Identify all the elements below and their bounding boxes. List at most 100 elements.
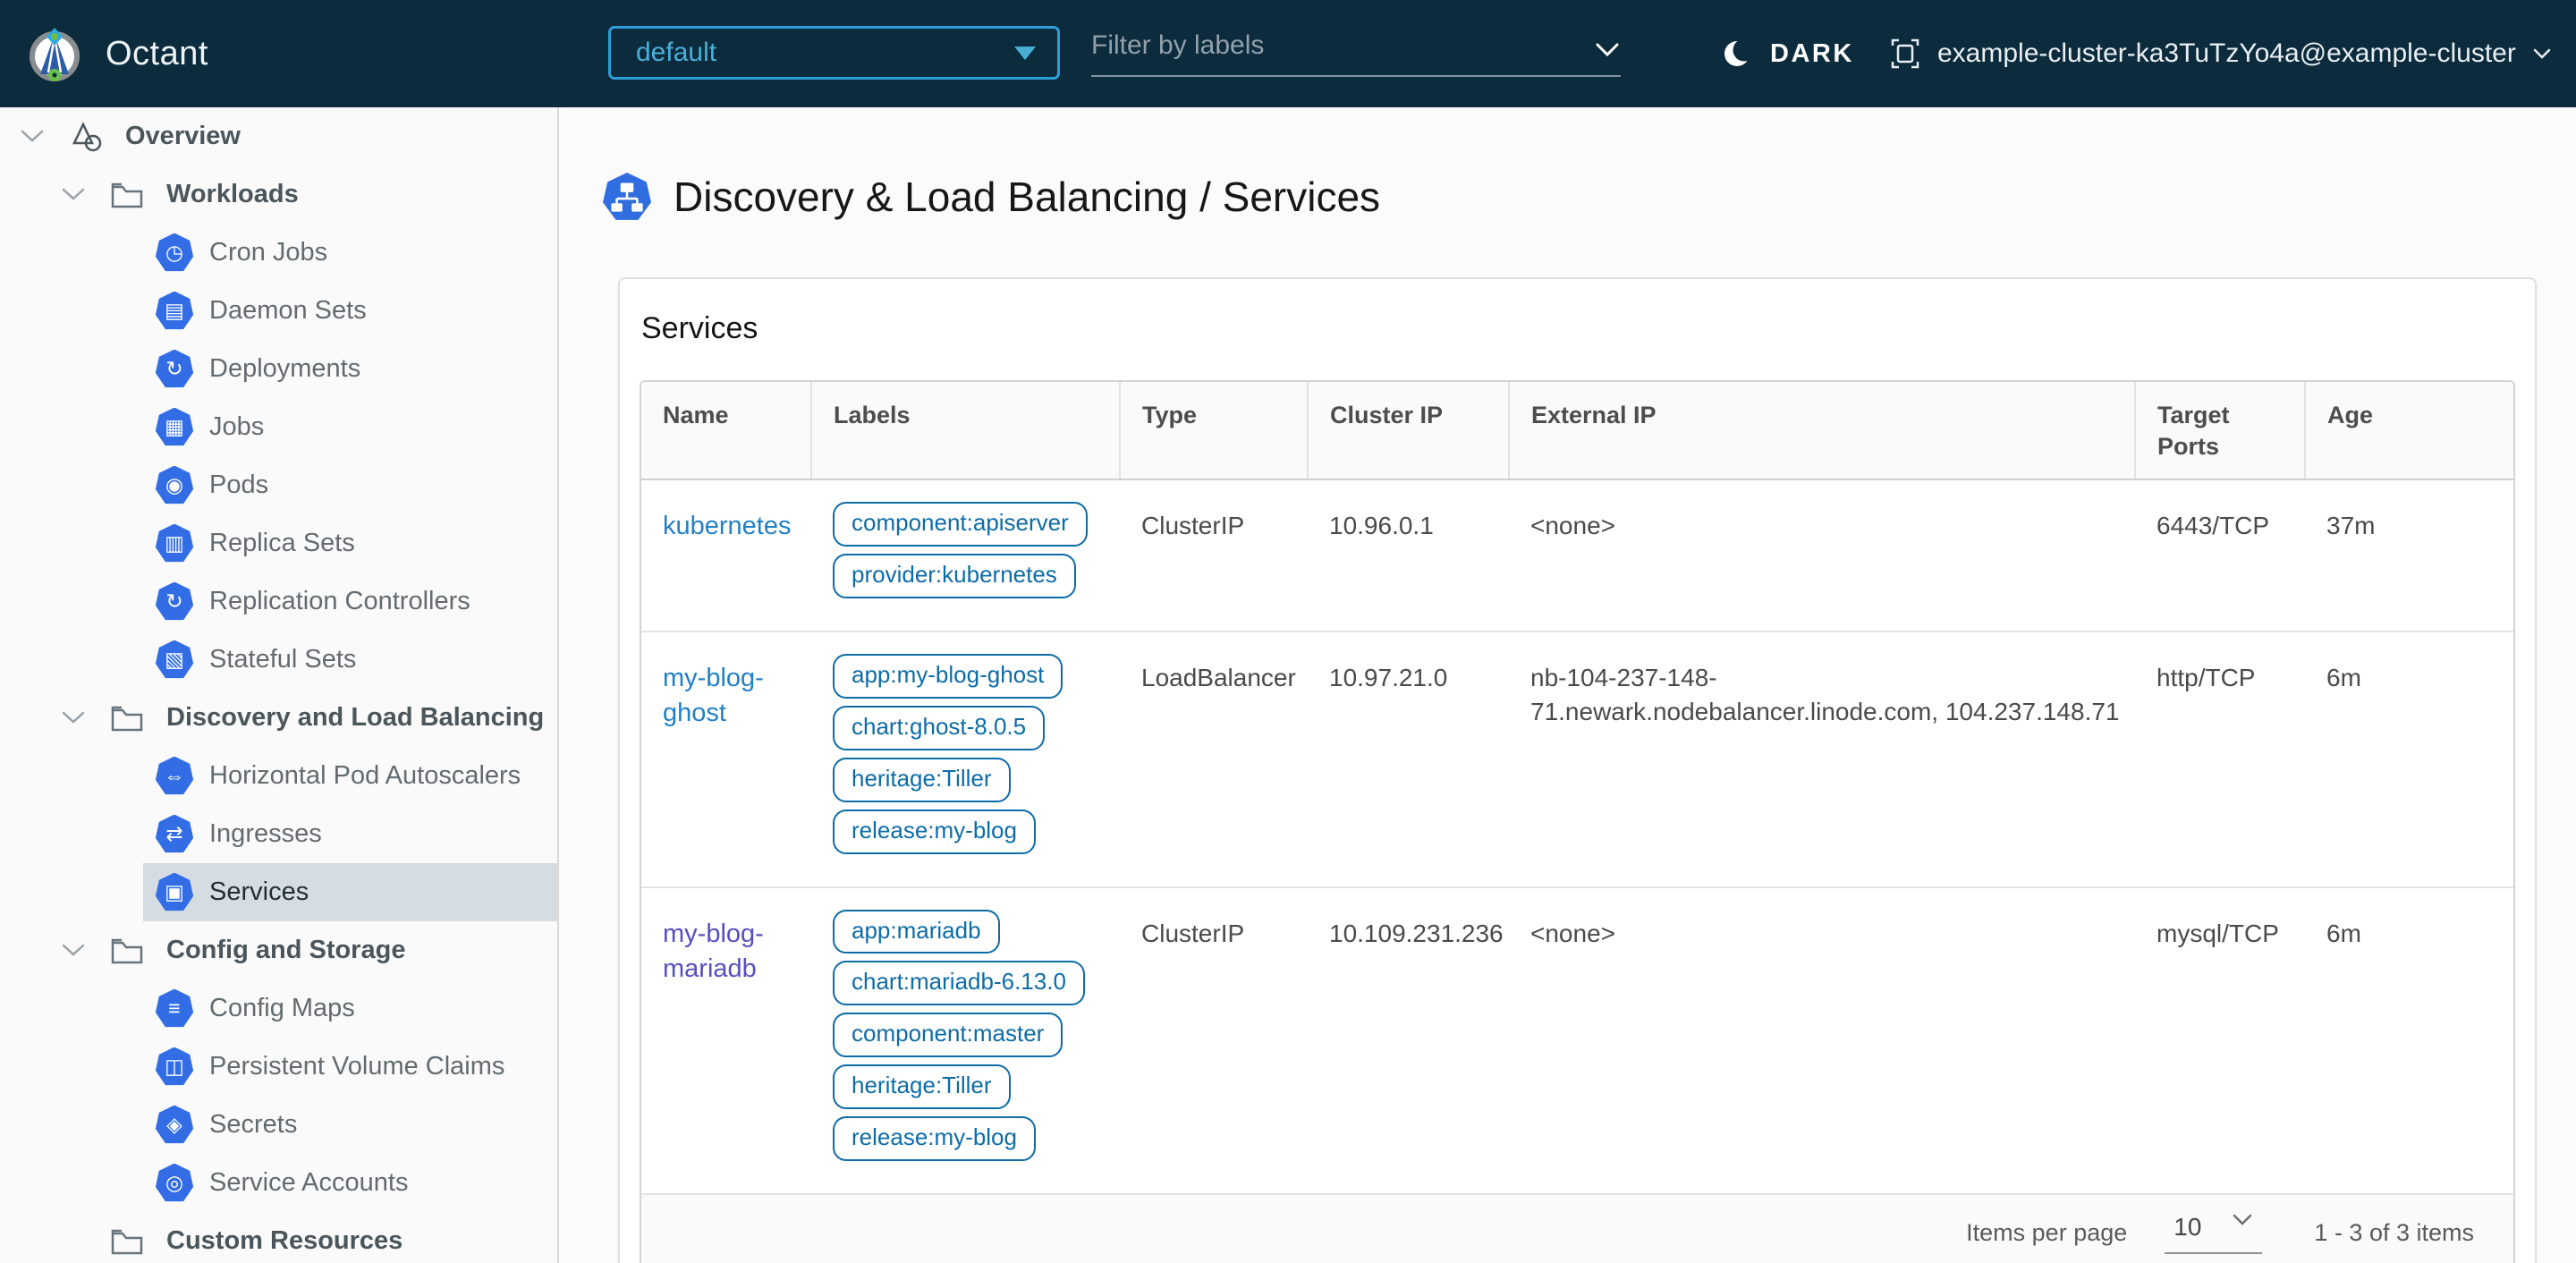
column-header-age: Age (2304, 382, 2513, 481)
sidebar-item-config-and-storage[interactable]: Config and Storage (0, 921, 557, 979)
sidebar: Overview Workloads ◷ Cron Jobs ▤ Daemon … (0, 107, 559, 1263)
labels-cell: app:mariadb chart:mariadb-6.13.0 component… (811, 886, 1120, 1193)
cluster-icon (1889, 37, 1921, 71)
external-ip-cell: <none> (1530, 512, 1615, 540)
services-datagrid: Name Labels Type Cluster IP External IP Targe… (640, 380, 2515, 1263)
target-ports-cell: 6443/TCP (2157, 512, 2270, 540)
sidebar-item-label: Service Accounts (209, 1168, 409, 1197)
services-table: Name Labels Type Cluster IP External IP Targe… (641, 382, 2513, 1193)
chevron-down-icon[interactable] (55, 710, 91, 725)
sidebar-item-services[interactable]: ▣ Services (143, 863, 557, 921)
brand: Octant (25, 0, 208, 107)
service-name-link[interactable]: my-blog-mariadb (663, 920, 764, 983)
table-row: my-blog-mariadb app:mariadb chart:mariadb… (641, 886, 2513, 1193)
target-ports-cell: mysql/TCP (2135, 886, 2305, 1193)
app-name: Octant (106, 34, 208, 72)
label-pill[interactable]: chart:mariadb-6.13.0 (833, 961, 1085, 1006)
sidebar-item-label: Ingresses (209, 819, 322, 848)
theme-toggle-label: DARK (1770, 38, 1854, 68)
label-pill[interactable]: release:my-blog (833, 1116, 1036, 1161)
overview-icon (66, 120, 106, 154)
sidebar-item-daemon-sets[interactable]: ▤ Daemon Sets (143, 282, 557, 340)
sidebar-item-ingresses[interactable]: ⇄ Ingresses (143, 805, 557, 863)
sidebar-item-jobs[interactable]: ▦ Jobs (143, 398, 557, 456)
sidebar-item-horizontal-pod-autoscalers[interactable]: ⇔ Horizontal Pod Autoscalers (143, 747, 557, 805)
label-pill[interactable]: heritage:Tiller (833, 1064, 1011, 1110)
labels-cell: component:apiserver provider:kubernetes (811, 479, 1120, 632)
label-pill[interactable]: release:my-blog (833, 809, 1036, 854)
sidebar-item-label: Config Maps (209, 994, 355, 1022)
card-title: Services (641, 311, 758, 345)
caret-down-icon (1014, 46, 1036, 60)
folder-icon (107, 937, 147, 965)
sidebar-item-cron-jobs[interactable]: ◷ Cron Jobs (143, 224, 557, 282)
column-header-labels: Labels (810, 382, 1120, 481)
sidebar-item-label: Secrets (209, 1110, 298, 1139)
sidebar-item-stateful-sets[interactable]: ▧ Stateful Sets (143, 631, 557, 689)
pagination-footer: Items per page 10 1 - 3 of 3 items (641, 1192, 2513, 1263)
label-pill[interactable]: component:apiserver (833, 502, 1088, 547)
table-row: kubernetes component:apiserver provider:k… (641, 479, 2513, 632)
sidebar-item-service-accounts[interactable]: ◎ Service Accounts (143, 1154, 557, 1212)
sidebar-item-replica-sets[interactable]: ▥ Replica Sets (143, 514, 557, 572)
label-pill[interactable]: chart:ghost-8.0.5 (833, 705, 1046, 750)
sidebar-item-workloads[interactable]: Workloads (0, 165, 557, 224)
items-per-page-select[interactable]: 10 (2165, 1213, 2263, 1254)
theme-toggle-button[interactable]: DARK (1722, 0, 1854, 107)
chevron-down-icon[interactable] (55, 943, 91, 958)
main-content: Discovery & Load Balancing / Services Se… (561, 107, 2576, 1263)
sidebar-item-label: Persistent Volume Claims (209, 1052, 505, 1081)
sidebar-item-label: Discovery and Load Balancing (166, 703, 545, 732)
cluster-selector[interactable]: example-cluster-ka3TuTzYo4a@example-clus… (1889, 0, 2552, 107)
folder-icon (107, 704, 147, 733)
sidebar-item-pods[interactable]: ◉ Pods (143, 456, 557, 514)
label-pill[interactable]: app:mariadb (833, 909, 1000, 954)
top-bar: Octant default DARK example-clust (0, 0, 2576, 107)
service-name-link[interactable]: my-blog-ghost (663, 664, 764, 727)
age-cell: 6m (2305, 630, 2513, 887)
moon-icon (1722, 38, 1754, 70)
chevron-down-icon (2532, 47, 2552, 60)
target-ports-cell: http/TCP (2135, 630, 2305, 887)
sidebar-item-label: Services (209, 877, 309, 906)
daemon-sets-icon: ▤ (154, 291, 195, 332)
sidebar-item-label: Custom Resources (166, 1226, 403, 1255)
sidebar-item-discovery-and-load-balancing[interactable]: Discovery and Load Balancing (0, 689, 557, 747)
namespace-select[interactable]: default (608, 26, 1060, 80)
chevron-down-icon[interactable] (55, 187, 91, 202)
sidebar-item-label: Jobs (209, 412, 265, 441)
label-pill[interactable]: provider:kubernetes (833, 554, 1076, 598)
service-name-link[interactable]: kubernetes (663, 512, 792, 540)
chevron-down-icon[interactable] (14, 129, 50, 144)
config-maps-icon: ≡ (154, 988, 195, 1030)
services-icon: ▣ (154, 872, 195, 913)
sidebar-item-persistent-volume-claims[interactable]: ◫ Persistent Volume Claims (143, 1038, 557, 1096)
chevron-down-icon[interactable] (1594, 30, 1621, 66)
ingresses-icon: ⇄ (154, 814, 195, 855)
chevron-down-icon (2233, 1214, 2252, 1225)
type-cell: LoadBalancer (1120, 630, 1308, 887)
age-cell: 6m (2305, 886, 2513, 1193)
replica-sets-icon: ▥ (154, 523, 195, 564)
sidebar-item-custom-resources[interactable]: Custom Resources (0, 1212, 557, 1263)
sidebar-item-label: Daemon Sets (209, 296, 367, 325)
label-pill[interactable]: heritage:Tiller (833, 757, 1011, 802)
cron-jobs-icon: ◷ (154, 233, 195, 274)
sidebar-item-deployments[interactable]: ↻ Deployments (143, 340, 557, 398)
label-pill[interactable]: app:my-blog-ghost (833, 653, 1063, 699)
sidebar-item-config-maps[interactable]: ≡ Config Maps (143, 979, 557, 1038)
labels-cell: app:my-blog-ghost chart:ghost-8.0.5 herita… (811, 630, 1120, 887)
sidebar-nav: Overview Workloads ◷ Cron Jobs ▤ Daemon … (0, 107, 557, 1263)
label-pill[interactable]: component:master (833, 1013, 1063, 1058)
column-header-external-ip: External IP (1508, 382, 2135, 481)
table-row: my-blog-ghost app:my-blog-ghost chart:gho… (641, 630, 2513, 887)
cluster-ip-cell: 10.109.231.236 (1308, 886, 1509, 1193)
label-filter-input[interactable] (1091, 30, 1594, 61)
stateful-sets-icon: ▧ (154, 640, 195, 681)
column-header-target-ports: Target Ports (2134, 382, 2305, 481)
sidebar-item-replication-controllers[interactable]: ↻ Replication Controllers (143, 572, 557, 631)
sidebar-item-overview[interactable]: Overview (0, 107, 557, 165)
column-header-cluster-ip: Cluster IP (1307, 382, 1509, 481)
sidebar-item-secrets[interactable]: ◈ Secrets (143, 1096, 557, 1154)
cluster-ip-cell: 10.96.0.1 (1329, 512, 1434, 540)
